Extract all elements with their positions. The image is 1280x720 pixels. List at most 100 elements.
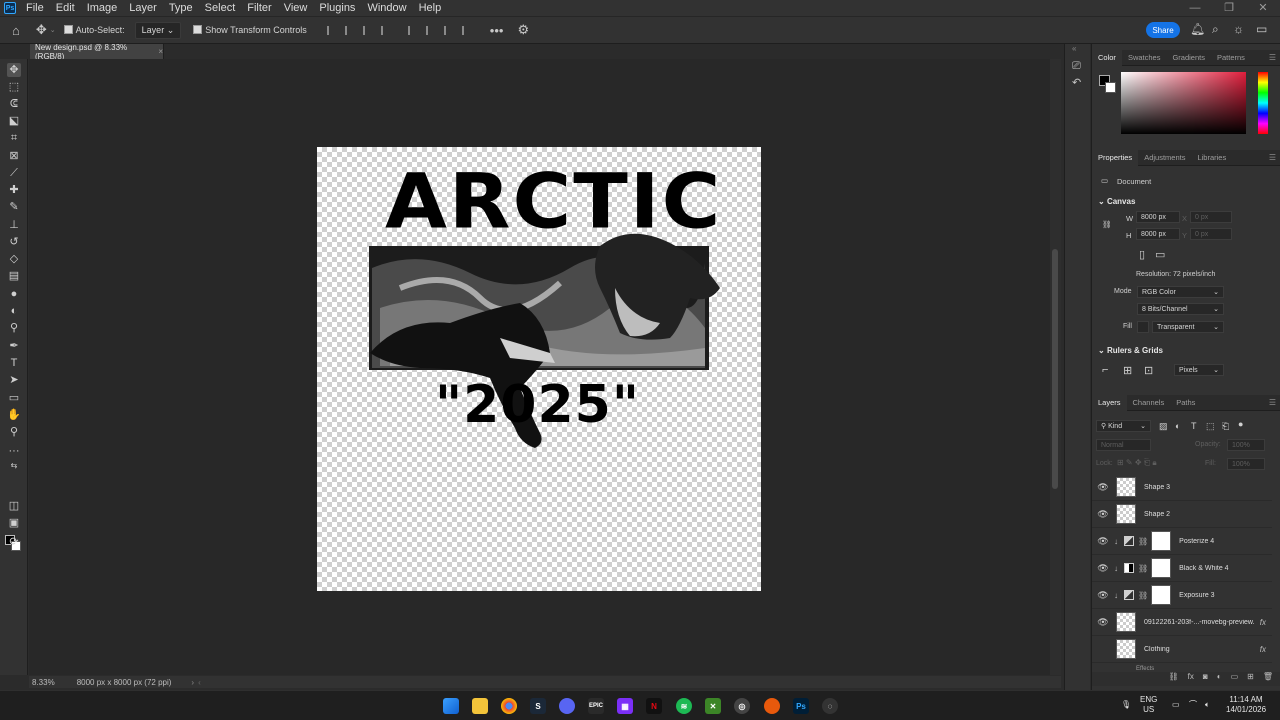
dodge-alt-icon[interactable]: ⚲ xyxy=(7,321,21,335)
close-window-icon[interactable]: ✕ xyxy=(1246,0,1280,16)
layer-mask-thumbnail[interactable] xyxy=(1151,585,1172,605)
properties-panel-menu-icon[interactable]: ☰ xyxy=(1269,153,1276,162)
visibility-eye-icon[interactable]: 👁︎ xyxy=(1094,563,1112,574)
filter-type-icon[interactable]: T xyxy=(1191,421,1197,431)
history-icon-alt[interactable]: ↶ xyxy=(1072,76,1081,89)
layer-row[interactable]: 👁︎ ↓ ⛓ Posterize 4 xyxy=(1092,528,1272,555)
tab-gradients[interactable]: Gradients xyxy=(1166,50,1211,66)
fill-opacity-field[interactable]: 100% xyxy=(1227,458,1265,470)
visibility-eye-icon[interactable]: 👁︎ xyxy=(1094,590,1112,601)
status-chevron-icon[interactable]: › xyxy=(191,678,194,687)
move-tool-icon[interactable]: ✥ xyxy=(7,63,21,77)
new-adjustment-icon[interactable]: ◐ xyxy=(1217,672,1222,686)
align-middle-icon[interactable] xyxy=(425,25,435,35)
menu-view[interactable]: View xyxy=(278,0,314,16)
move-tool-icon[interactable]: ✥ xyxy=(36,22,47,38)
filter-smart-object-icon[interactable]: ⎗ xyxy=(1222,421,1229,432)
screen-mode-icon[interactable]: ▣ xyxy=(7,516,21,530)
ruler-units-dropdown[interactable]: Pixels ⌄ xyxy=(1174,364,1224,376)
tab-adjustments[interactable]: Adjustments xyxy=(1138,150,1191,166)
language-indicator[interactable]: ENG US xyxy=(1140,695,1157,715)
layer-name[interactable]: Posterize 4 xyxy=(1179,538,1214,545)
close-tab-icon[interactable]: × xyxy=(158,47,163,56)
steam-icon[interactable]: S xyxy=(530,698,546,714)
layer-row[interactable]: 👁︎ Clothing fx xyxy=(1092,636,1272,663)
layer-name[interactable]: Black & White 4 xyxy=(1179,565,1228,572)
visibility-eye-icon[interactable]: 👁︎ xyxy=(1094,644,1112,655)
blend-mode-dropdown[interactable]: Normal xyxy=(1096,439,1151,451)
eyedropper-tool-icon[interactable]: ⟋ xyxy=(7,166,21,180)
distribute-vertical-icon[interactable] xyxy=(461,25,471,35)
clock[interactable]: 11:14 AM 14/01/2026 xyxy=(1226,695,1266,715)
home-icon[interactable]: ⌂ xyxy=(12,23,20,38)
canvas-height-field[interactable]: 8000 px xyxy=(1136,228,1180,240)
tab-swatches[interactable]: Swatches xyxy=(1122,50,1167,66)
link-layers-icon[interactable]: ⛓ xyxy=(1169,672,1179,686)
align-bottom-icon[interactable] xyxy=(443,25,453,35)
menu-select[interactable]: Select xyxy=(199,0,242,16)
tab-channels[interactable]: Channels xyxy=(1127,395,1171,411)
add-mask-icon[interactable]: ◙ xyxy=(1203,672,1208,686)
tab-libraries[interactable]: Libraries xyxy=(1191,150,1232,166)
layer-name[interactable]: Shape 3 xyxy=(1144,484,1170,491)
menu-file[interactable]: File xyxy=(20,0,50,16)
hue-slider[interactable] xyxy=(1258,72,1268,134)
discord-icon[interactable] xyxy=(559,698,575,714)
canvas-x-field[interactable]: 0 px xyxy=(1190,211,1232,223)
notifications-bell-icon[interactable]: 🔔︎ xyxy=(1190,22,1205,36)
minimize-icon[interactable]: — xyxy=(1178,0,1212,16)
generative-icon[interactable]: ⟳ xyxy=(7,535,21,549)
delete-layer-icon[interactable]: 🗑︎ xyxy=(1263,672,1273,686)
guides-icon[interactable]: ⊡ xyxy=(1144,364,1153,377)
rectangle-tool-icon[interactable]: ▭ xyxy=(7,391,21,405)
eraser-tool-icon[interactable]: ◇ xyxy=(7,252,21,266)
mode-dropdown[interactable]: RGB Color ⌄ xyxy=(1137,286,1224,298)
layer-name[interactable]: Exposure 3 xyxy=(1179,592,1214,599)
portrait-orientation-icon[interactable]: ▯ xyxy=(1139,248,1145,261)
link-dimensions-icon[interactable]: ⛓ xyxy=(1102,220,1112,229)
tab-layers[interactable]: Layers xyxy=(1092,394,1127,411)
zoom-level[interactable]: 8.33% xyxy=(32,678,55,687)
canvas-y-field[interactable]: 0 px xyxy=(1190,228,1232,240)
edit-toolbar-icon[interactable]: ··· xyxy=(7,444,21,458)
vertical-scrollbar[interactable] xyxy=(1050,59,1061,675)
menu-plugins[interactable]: Plugins xyxy=(313,0,361,16)
lasso-tool-icon[interactable]: ᕳ xyxy=(7,97,21,111)
settings-gear-icon[interactable]: ⚙ xyxy=(517,22,529,38)
menu-filter[interactable]: Filter xyxy=(241,0,277,16)
display-icon[interactable]: ▭ xyxy=(1172,700,1180,710)
marquee-tool-icon[interactable]: ⬚ xyxy=(7,80,21,94)
color-picker-field[interactable] xyxy=(1121,72,1246,134)
layer-filter-kind[interactable]: ⚲ Kind ⌄ xyxy=(1096,420,1151,432)
auto-select-checkbox[interactable] xyxy=(63,24,76,36)
zoom-tool-icon[interactable]: ⚲ xyxy=(7,425,21,439)
layer-effects-icon[interactable]: fx xyxy=(1260,618,1266,627)
layer-mask-thumbnail[interactable] xyxy=(1151,558,1172,578)
type-tool-icon[interactable]: T xyxy=(7,356,21,370)
visibility-eye-icon[interactable]: 👁︎ xyxy=(1094,509,1112,520)
menu-layer[interactable]: Layer xyxy=(123,0,163,16)
document-tab[interactable]: New design.psd @ 8.33% (RGB/8) × xyxy=(30,43,164,61)
blender-icon[interactable] xyxy=(764,698,780,714)
status-back-icon[interactable]: ‹ xyxy=(198,678,201,687)
microphone-icon[interactable]: 🎙︎ xyxy=(1121,700,1131,710)
layers-panel-menu-icon[interactable]: ☰ xyxy=(1269,398,1276,407)
show-transform-checkbox[interactable] xyxy=(193,24,205,36)
file-explorer-icon[interactable] xyxy=(472,698,488,714)
history-brush-icon[interactable]: ↺ xyxy=(7,235,21,249)
blur-tool-icon[interactable]: ● xyxy=(7,287,21,301)
menu-help[interactable]: Help xyxy=(413,0,448,16)
restore-icon[interactable]: ❐ xyxy=(1212,0,1246,16)
clone-stamp-icon[interactable]: ⊥ xyxy=(7,218,21,232)
menu-image[interactable]: Image xyxy=(81,0,124,16)
opacity-field[interactable]: 100% xyxy=(1227,439,1265,451)
tab-color[interactable]: Color xyxy=(1092,49,1122,66)
mask-link-icon[interactable]: ⛓ xyxy=(1138,591,1148,600)
layer-row[interactable]: 👁︎ 09122261-203f-...-movebg-preview... f… xyxy=(1092,609,1272,636)
color-background-swatch[interactable] xyxy=(1105,82,1116,93)
filter-pixel-icon[interactable]: ▨ xyxy=(1159,421,1168,432)
new-layer-icon[interactable]: ⊞ xyxy=(1247,672,1254,686)
align-left-icon[interactable] xyxy=(326,25,336,35)
grid-icon[interactable]: ⊞ xyxy=(1123,364,1132,377)
tool-preset-chevron-icon[interactable]: ⌄ xyxy=(50,26,56,34)
